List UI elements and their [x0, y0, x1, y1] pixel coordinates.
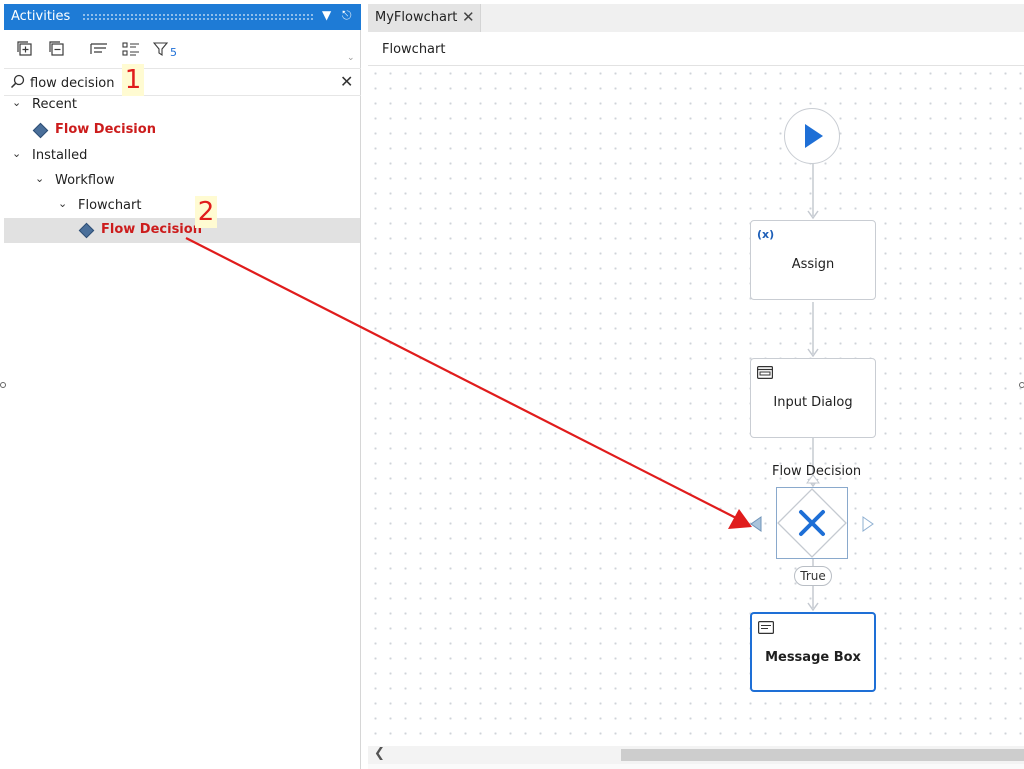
tree-label-recent-flow-decision: Flow Decision — [55, 122, 156, 137]
breadcrumb-bar: Flowchart — [368, 32, 1024, 66]
activities-panel: Activities ▼ ⎋ 5 ⌄ ✕ ⌄ Recent — [4, 4, 361, 769]
tree-group-flowchart[interactable]: ⌄ Flowchart — [4, 194, 360, 219]
tree-label-recent: Recent — [32, 97, 77, 112]
chevron-down-icon[interactable]: ⌄ — [12, 96, 21, 109]
flow-decision-node[interactable] — [776, 487, 848, 559]
input-dialog-node[interactable]: Input Dialog — [750, 358, 876, 438]
breadcrumb[interactable]: Flowchart — [382, 42, 445, 57]
tree-item-flow-decision[interactable]: Flow Decision — [4, 218, 360, 243]
chevron-down-icon[interactable]: ⌄ — [12, 147, 21, 160]
true-branch-label: True — [794, 566, 832, 586]
chevron-down-icon[interactable]: ▼ — [322, 8, 331, 22]
tab-label: MyFlowchart — [375, 10, 458, 25]
close-icon[interactable]: ✕ — [462, 8, 475, 26]
top-connector-handle-icon[interactable] — [806, 474, 820, 484]
resize-handle-right[interactable] — [1019, 382, 1024, 388]
scrollbar-thumb[interactable] — [621, 749, 1024, 761]
start-node[interactable] — [784, 108, 840, 164]
tree-label-workflow: Workflow — [55, 173, 115, 188]
tree-item-recent-flow-decision[interactable]: Flow Decision — [4, 118, 360, 143]
list-view-icon[interactable] — [122, 40, 140, 58]
panel-header: Activities ▼ ⎋ — [4, 4, 361, 30]
callout-1: 1 — [122, 64, 144, 96]
collapse-all-icon[interactable] — [48, 40, 66, 58]
false-connector-handle-icon[interactable] — [749, 515, 763, 533]
expand-all-icon[interactable] — [16, 40, 34, 58]
filter-icon[interactable]: 5 — [152, 40, 178, 59]
document-tab-strip: MyFlowchart ✕ — [368, 4, 1024, 32]
true-connector-handle-icon[interactable] — [861, 515, 875, 533]
search-row: ✕ — [4, 68, 361, 96]
flow-decision-icon — [78, 222, 95, 239]
toolbar-overflow-icon[interactable]: ⌄ — [347, 53, 355, 63]
search-icon — [10, 74, 25, 93]
tree-group-recent[interactable]: ⌄ Recent — [4, 93, 360, 118]
resize-handle-left[interactable] — [0, 382, 6, 388]
filter-count-badge: 5 — [170, 45, 177, 59]
tree-label-flow-decision: Flow Decision — [101, 222, 202, 237]
message-icon — [758, 621, 775, 637]
chevron-down-icon[interactable]: ⌄ — [58, 197, 67, 210]
decision-x-icon — [798, 509, 825, 536]
panel-title: Activities — [11, 9, 71, 24]
designer-area: MyFlowchart ✕ Flowchart (x) Assign Input… — [368, 4, 1024, 769]
horizontal-scrollbar[interactable]: ❮ — [368, 746, 1024, 764]
flowchart-canvas[interactable]: (x) Assign Input Dialog Flow Decision Tr… — [368, 66, 1024, 746]
clear-search-icon[interactable]: ✕ — [340, 72, 353, 91]
assign-node[interactable]: (x) Assign — [750, 220, 876, 300]
tree-label-flowchart: Flowchart — [78, 198, 142, 213]
tab-myflowchart[interactable]: MyFlowchart ✕ — [368, 4, 481, 32]
panel-drag-handle[interactable] — [82, 13, 314, 21]
tree-label-installed: Installed — [32, 148, 88, 163]
callout-2: 2 — [195, 196, 217, 228]
panel-toolbar: 5 ⌄ — [4, 30, 361, 68]
input-dialog-label: Input Dialog — [773, 395, 853, 410]
chevron-down-icon[interactable]: ⌄ — [35, 172, 44, 185]
message-box-label: Message Box — [765, 650, 861, 665]
variable-icon: (x) — [757, 228, 775, 241]
play-icon — [804, 123, 823, 148]
options-icon[interactable] — [90, 40, 108, 58]
tree-group-installed[interactable]: ⌄ Installed — [4, 144, 360, 169]
search-input[interactable] — [30, 73, 330, 93]
dialog-icon — [757, 366, 774, 382]
scroll-left-icon[interactable]: ❮ — [374, 746, 385, 761]
assign-label: Assign — [791, 257, 835, 272]
message-box-node[interactable]: Message Box — [750, 612, 876, 692]
tree-group-workflow[interactable]: ⌄ Workflow — [4, 169, 360, 194]
connector-lines — [807, 163, 819, 612]
flow-decision-icon — [32, 122, 49, 139]
pin-icon[interactable]: ⎋ — [342, 8, 352, 23]
